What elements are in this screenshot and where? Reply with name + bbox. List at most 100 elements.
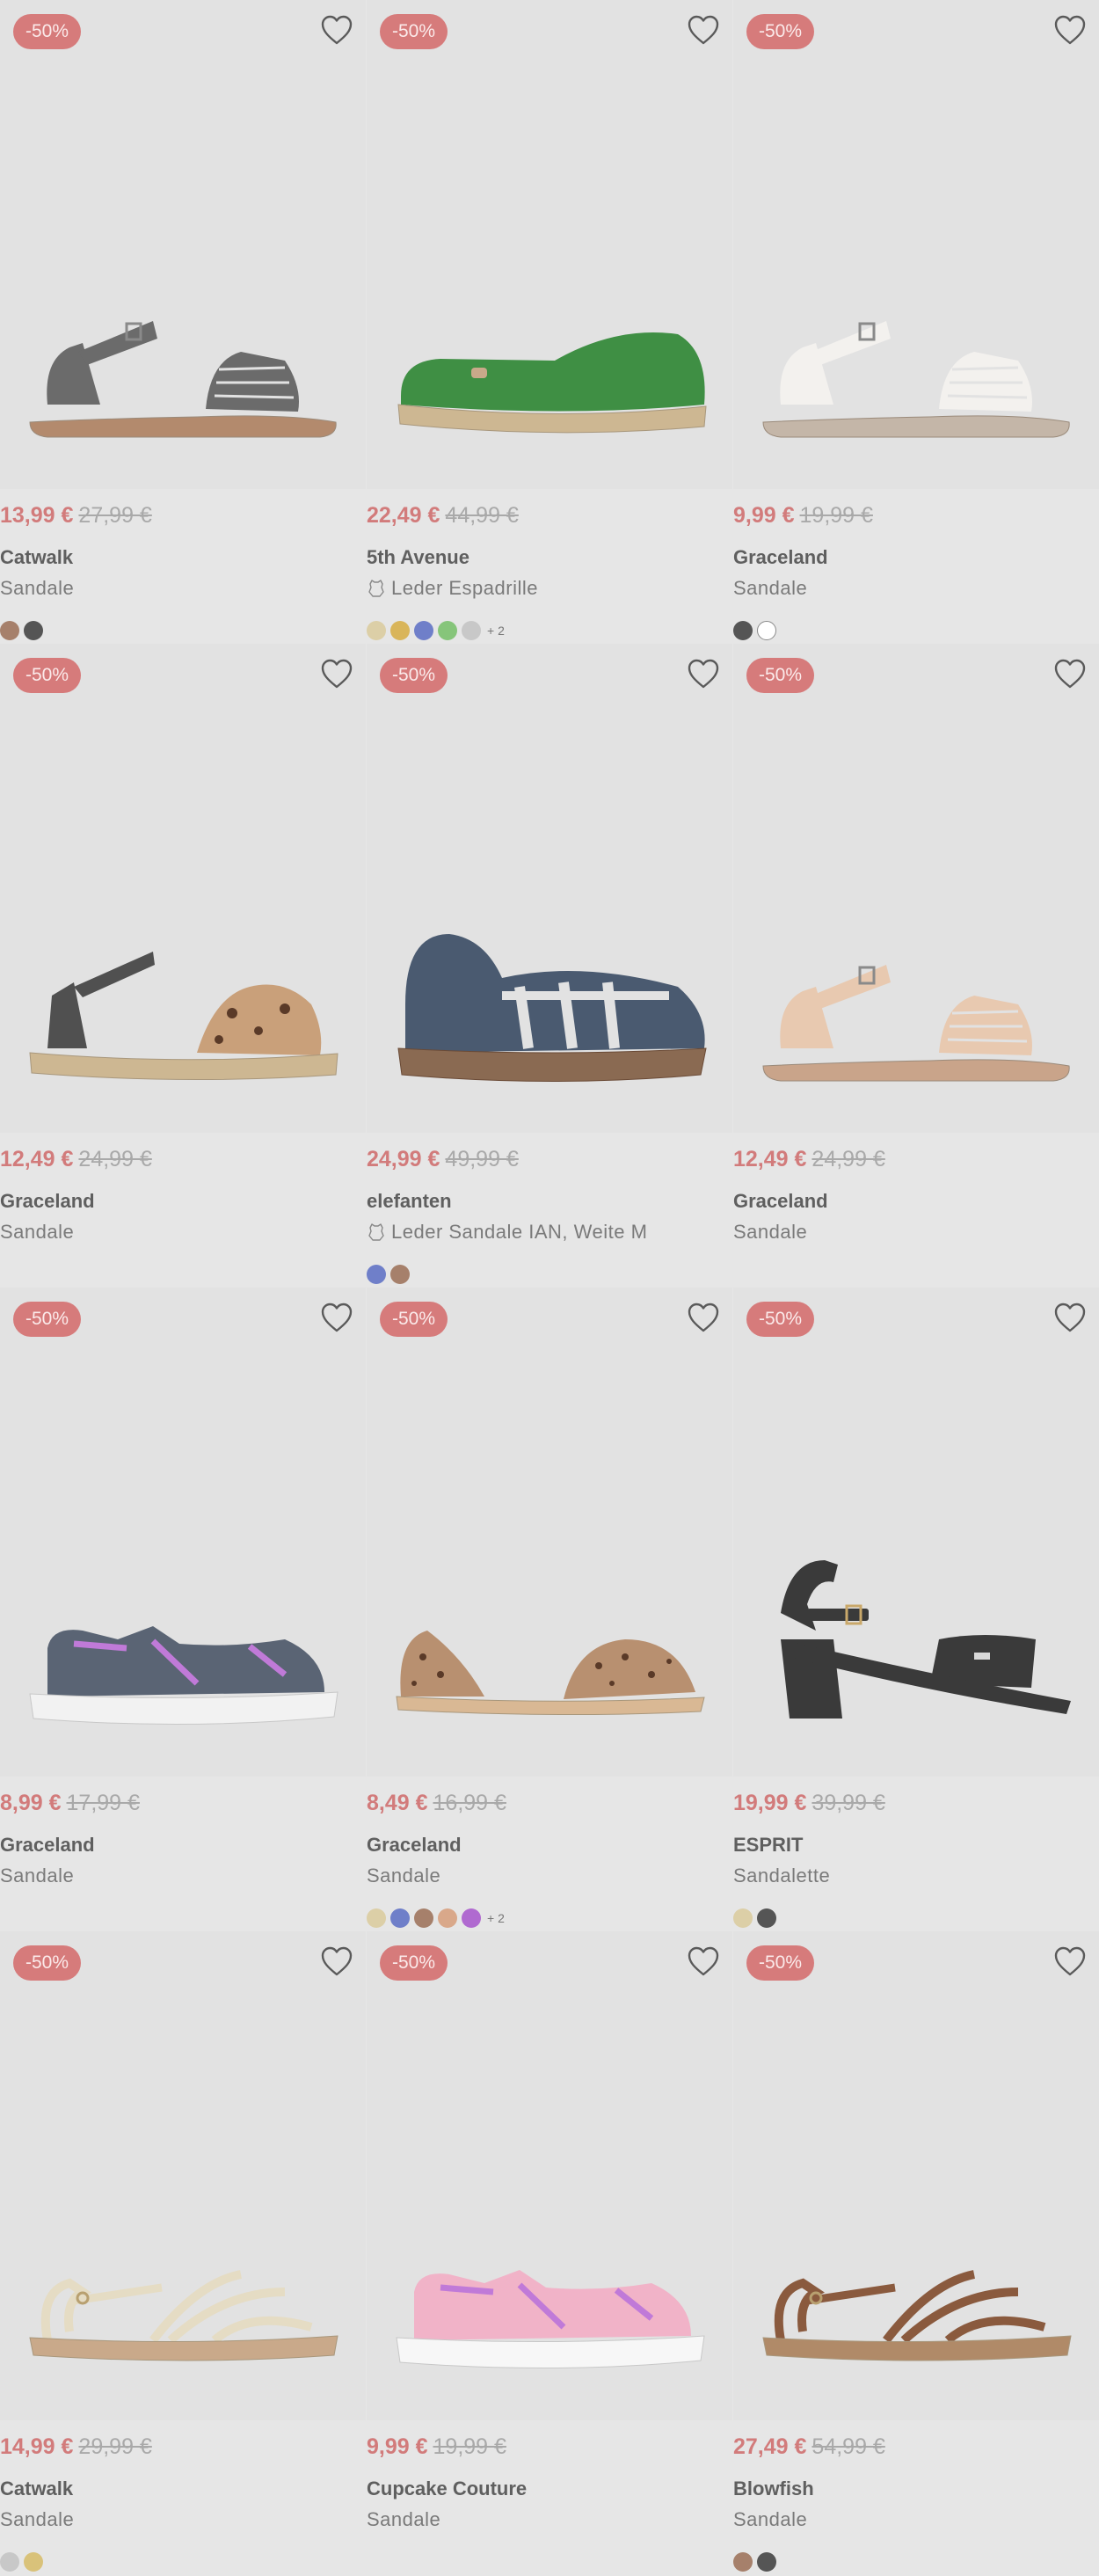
heart-outline-icon[interactable] (1053, 1945, 1087, 1977)
color-swatch[interactable] (0, 621, 19, 640)
product-card[interactable]: -50% 8,49 € 16,99 € Graceland Sandale + … (367, 1288, 732, 1931)
heart-outline-icon[interactable] (320, 658, 353, 690)
color-swatch[interactable] (733, 2552, 753, 2572)
color-swatch[interactable] (757, 621, 776, 640)
product-image-area[interactable]: -50% (733, 644, 1099, 1133)
product-image[interactable] (21, 2186, 345, 2389)
product-card[interactable]: -50% 14,99 € 29,99 € Catwalk Sandale (0, 1931, 366, 2575)
color-swatch[interactable] (367, 1265, 386, 1284)
product-image[interactable] (754, 899, 1078, 1101)
color-swatch[interactable] (462, 1908, 481, 1928)
product-image-area[interactable]: -50% (0, 644, 366, 1133)
product-type[interactable]: Sandale (733, 1221, 1099, 1244)
product-image[interactable] (754, 255, 1078, 457)
color-swatch[interactable] (24, 2552, 43, 2572)
more-colors-label[interactable]: + 2 (487, 1911, 505, 1925)
product-brand[interactable]: Cupcake Couture (367, 2477, 732, 2500)
product-image[interactable] (21, 1543, 345, 1745)
product-type[interactable]: Sandale (733, 577, 1099, 600)
product-brand[interactable]: Graceland (0, 1834, 366, 1857)
product-brand[interactable]: Graceland (0, 1190, 366, 1213)
product-card[interactable]: -50% 27,49 € 54,99 € Blowfish Sandale (733, 1931, 1099, 2575)
original-price: 49,99 € (445, 1147, 519, 1171)
product-image-area[interactable]: -50% (0, 1288, 366, 1777)
product-image-area[interactable]: -50% (733, 1288, 1099, 1777)
product-image[interactable] (21, 899, 345, 1101)
product-type[interactable]: Sandale (0, 1221, 366, 1244)
color-swatch[interactable] (367, 621, 386, 640)
heart-outline-icon[interactable] (1053, 14, 1087, 46)
product-card[interactable]: -50% 8,99 € 17,99 € Graceland Sandale (0, 1288, 366, 1931)
product-image[interactable] (388, 1543, 711, 1745)
product-image[interactable] (21, 255, 345, 457)
color-swatch[interactable] (24, 621, 43, 640)
product-brand[interactable]: Blowfish (733, 2477, 1099, 2500)
product-card[interactable]: -50% 12,49 € 24,99 € Graceland Sandale (0, 644, 366, 1288)
product-card[interactable]: -50% 24,99 € 49,99 € elefanten Leder San… (367, 644, 732, 1288)
heart-outline-icon[interactable] (1053, 1302, 1087, 1333)
heart-outline-icon[interactable] (687, 14, 720, 46)
product-type[interactable]: Sandale (367, 1864, 732, 1887)
heart-outline-icon[interactable] (687, 1302, 720, 1333)
color-swatch[interactable] (390, 1265, 410, 1284)
product-image[interactable] (388, 2186, 711, 2389)
product-type[interactable]: Sandale (733, 2508, 1099, 2531)
product-brand[interactable]: elefanten (367, 1190, 732, 1213)
product-type[interactable]: Leder Espadrille (367, 577, 732, 600)
color-swatch[interactable] (438, 621, 457, 640)
product-image-area[interactable]: -50% (367, 644, 732, 1133)
heart-outline-icon[interactable] (687, 1945, 720, 1977)
product-brand[interactable]: Graceland (733, 1190, 1099, 1213)
product-type-label: Sandalette (733, 1864, 831, 1886)
color-swatch[interactable] (757, 1908, 776, 1928)
heart-outline-icon[interactable] (320, 1302, 353, 1333)
color-swatch[interactable] (462, 621, 481, 640)
product-type[interactable]: Sandale (367, 2508, 732, 2531)
original-price: 39,99 € (812, 1791, 885, 1815)
product-image-area[interactable]: -50% (367, 1288, 732, 1777)
heart-outline-icon[interactable] (320, 1945, 353, 1977)
product-brand[interactable]: Graceland (367, 1834, 732, 1857)
color-swatch[interactable] (390, 621, 410, 640)
product-card[interactable]: -50% 12,49 € 24,99 € Graceland Sandale (733, 644, 1099, 1288)
color-swatch[interactable] (0, 2552, 19, 2572)
heart-outline-icon[interactable] (1053, 658, 1087, 690)
product-type[interactable]: Sandale (0, 2508, 366, 2531)
product-image-area[interactable]: -50% (733, 0, 1099, 489)
color-swatch[interactable] (367, 1908, 386, 1928)
product-card[interactable]: -50% 22,49 € 44,99 € 5th Avenue Leder Es… (367, 0, 732, 644)
sale-price: 27,49 € (733, 2434, 807, 2459)
product-card[interactable]: -50% 19,99 € 39,99 € ESPRIT Sandalette (733, 1288, 1099, 1931)
product-brand[interactable]: ESPRIT (733, 1834, 1099, 1857)
color-swatch[interactable] (414, 621, 433, 640)
product-brand[interactable]: Catwalk (0, 2477, 366, 2500)
color-swatch[interactable] (733, 1908, 753, 1928)
product-brand[interactable]: Catwalk (0, 546, 366, 569)
product-type[interactable]: Sandalette (733, 1864, 1099, 1887)
color-swatch[interactable] (757, 2552, 776, 2572)
color-swatch[interactable] (733, 621, 753, 640)
product-brand[interactable]: 5th Avenue (367, 546, 732, 569)
product-type[interactable]: Sandale (0, 577, 366, 600)
more-colors-label[interactable]: + 2 (487, 624, 505, 638)
heart-outline-icon[interactable] (320, 14, 353, 46)
product-card[interactable]: -50% 9,99 € 19,99 € Graceland Sandale (733, 0, 1099, 644)
product-card[interactable]: -50% 13,99 € 27,99 € Catwalk Sandale (0, 0, 366, 644)
product-image-area[interactable]: -50% (367, 1931, 732, 2420)
product-image-area[interactable]: -50% (0, 0, 366, 489)
product-brand[interactable]: Graceland (733, 546, 1099, 569)
product-image[interactable] (754, 2186, 1078, 2389)
product-image-area[interactable]: -50% (367, 0, 732, 489)
product-image-area[interactable]: -50% (733, 1931, 1099, 2420)
color-swatch[interactable] (438, 1908, 457, 1928)
color-swatch[interactable] (390, 1908, 410, 1928)
product-image-area[interactable]: -50% (0, 1931, 366, 2420)
product-card[interactable]: -50% 9,99 € 19,99 € Cupcake Couture Sand… (367, 1931, 732, 2575)
product-type[interactable]: Sandale (0, 1864, 366, 1887)
product-image[interactable] (388, 255, 711, 457)
color-swatch[interactable] (414, 1908, 433, 1928)
heart-outline-icon[interactable] (687, 658, 720, 690)
product-image[interactable] (754, 1543, 1078, 1745)
product-image[interactable] (388, 899, 711, 1101)
product-type[interactable]: Leder Sandale IAN, Weite M (367, 1221, 732, 1244)
